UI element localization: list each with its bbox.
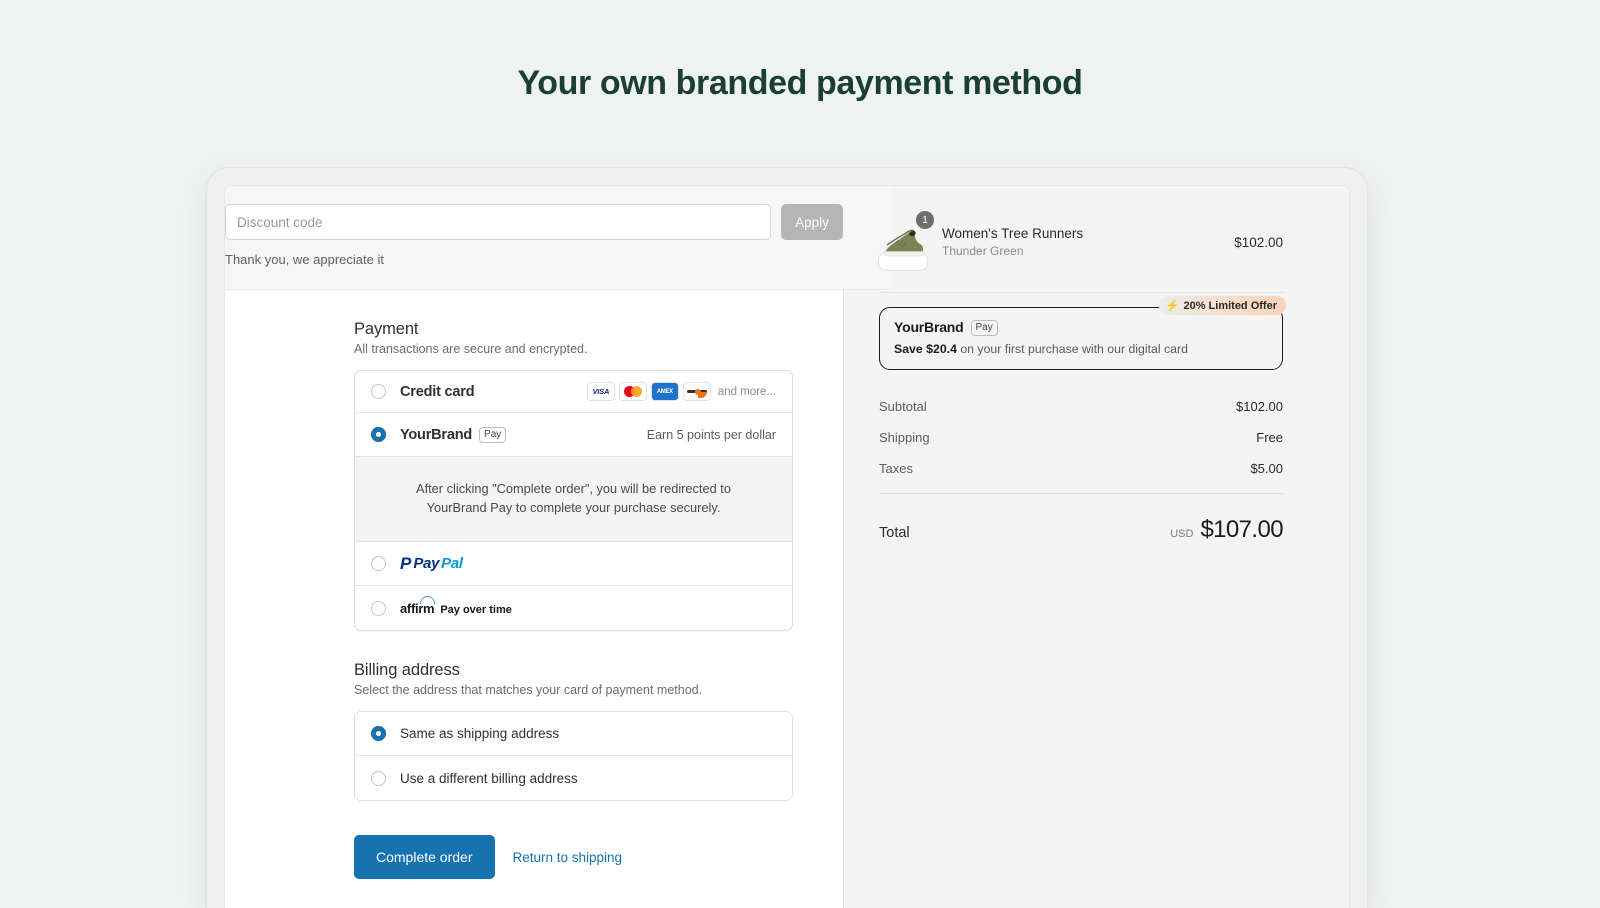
promo-card[interactable]: YourBrand Pay Save $20.4 on your first pu… (879, 307, 1283, 370)
payment-option-yourbrand-pay[interactable]: YourBrand Pay Earn 5 points per dollar (355, 413, 792, 457)
product-variant: Thunder Green (942, 244, 1024, 258)
promo-brand: YourBrand (894, 319, 964, 335)
radio-same-as-shipping[interactable] (371, 726, 386, 742)
promo-save-rest: on your first purchase with our digital … (956, 342, 1188, 356)
total-label: Total (879, 525, 910, 541)
rewards-meta: Earn 5 points per dollar (646, 427, 776, 442)
totals-divider (879, 493, 1283, 494)
billing-option-label: Use a different billing address (400, 770, 578, 786)
affirm-icon: affirm Pay over time (400, 595, 512, 616)
summary-line-value: Free (1256, 429, 1283, 445)
billing-option-list: Same as shipping address Use a different… (354, 711, 793, 802)
affirm-wordmark: affirm (400, 595, 436, 616)
checkout-form-pane: Apply Thank you, we appreciate it Paymen… (225, 186, 893, 908)
sneaker-icon (883, 229, 925, 257)
payment-option-label: Credit card (400, 383, 475, 400)
summary-divider (879, 292, 1283, 293)
radio-credit-card[interactable] (371, 384, 386, 399)
summary-line-label: Taxes (879, 460, 913, 476)
summary-line-label: Shipping (879, 429, 930, 445)
redirect-note: After clicking "Complete order", you wil… (355, 457, 792, 543)
checkout-screen: Apply Thank you, we appreciate it Paymen… (225, 186, 1349, 908)
order-summary-pane: 1 Women's Tree Runners Thunder Green $10… (843, 186, 1349, 908)
total-amount: $107.00 (1200, 516, 1283, 543)
billing-heading: Billing address (354, 661, 460, 680)
promo-save-amount: Save $20.4 (894, 342, 957, 356)
payment-method-list: Credit card VISA AMEX and more... YourBr… (354, 370, 793, 632)
radio-paypal[interactable] (371, 556, 386, 572)
mastercard-icon (619, 383, 646, 400)
form-body: Payment All transactions are secure and … (225, 290, 843, 880)
product-name: Women's Tree Runners (942, 226, 1084, 241)
summary-line-label: Subtotal (879, 398, 927, 414)
discover-icon (683, 383, 710, 400)
summary-line-subtotal: Subtotal $102.00 (879, 394, 1283, 418)
affirm-arc-icon (420, 595, 436, 604)
billing-option-same-as-shipping[interactable]: Same as shipping address (355, 712, 792, 757)
complete-order-button[interactable]: Complete order (354, 835, 495, 880)
summary-line-shipping: Shipping Free (879, 425, 1283, 449)
bolt-icon: ⚡ (1165, 300, 1180, 312)
product-image (879, 229, 927, 270)
discount-code-input[interactable] (225, 204, 771, 240)
promo-title-row: YourBrand Pay (894, 319, 1268, 337)
discount-note: Thank you, we appreciate it (225, 252, 384, 267)
payment-option-paypal[interactable]: P Pay Pal (355, 542, 792, 587)
page-title: Your own branded payment method (517, 64, 1083, 102)
payment-option-affirm[interactable]: affirm Pay over time (355, 586, 792, 631)
discount-section: Apply Thank you, we appreciate it (225, 186, 893, 290)
apply-discount-button[interactable]: Apply (781, 204, 843, 240)
total-currency: USD (1170, 528, 1194, 540)
quantity-badge: 1 (916, 211, 934, 229)
payment-option-label: YourBrand (400, 426, 473, 443)
radio-affirm[interactable] (371, 600, 386, 616)
summary-line-value: $102.00 (1236, 398, 1283, 414)
payment-option-credit-card[interactable]: Credit card VISA AMEX and more... (355, 371, 792, 413)
billing-option-different-billing[interactable]: Use a different billing address (355, 756, 792, 801)
device-frame: Apply Thank you, we appreciate it Paymen… (207, 168, 1367, 908)
billing-option-label: Same as shipping address (400, 726, 560, 742)
order-line-item: 1 Women's Tree Runners Thunder Green $10… (879, 210, 1283, 270)
promo-subtitle: Save $20.4 on your first purchase with o… (894, 342, 1268, 356)
radio-different-billing[interactable] (371, 770, 386, 786)
paypal-icon: P Pay Pal (400, 554, 463, 574)
payment-subheading: All transactions are secure and encrypte… (354, 342, 588, 356)
billing-subheading: Select the address that matches your car… (354, 683, 703, 698)
payment-option-meta-wrap: Earn 5 points per dollar (647, 428, 776, 442)
payment-heading: Payment (354, 320, 419, 338)
affirm-tagline: Pay over time (440, 603, 512, 616)
product-price: $102.00 (1234, 234, 1283, 250)
billing-section: Billing address Select the address that … (354, 631, 793, 802)
summary-totals: Subtotal $102.00 Shipping Free Taxes $5.… (879, 394, 1284, 544)
amex-icon: AMEX (651, 383, 678, 400)
payment-section: Payment All transactions are secure and … (354, 290, 793, 632)
promo-card-wrap: ⚡ 20% Limited Offer YourBrand Pay Save $2… (879, 296, 1286, 370)
radio-yourbrand-pay[interactable] (371, 427, 386, 442)
promo-pay-chip: Pay (970, 320, 998, 336)
product-thumbnail-wrap: 1 (879, 211, 934, 270)
promo-badge-label: 20% Limited Offer (1183, 299, 1277, 312)
card-logo-group: VISA AMEX and more... (587, 383, 776, 400)
summary-total-row: Total USD $107.00 (879, 516, 1284, 544)
form-actions: Complete order Return to shipping (354, 801, 793, 880)
total-value-group: USD $107.00 (1170, 516, 1283, 544)
return-to-shipping-link[interactable]: Return to shipping (513, 850, 623, 865)
pay-chip: Pay (479, 426, 507, 443)
visa-icon: VISA (587, 383, 614, 400)
summary-line-value: $5.00 (1250, 460, 1283, 476)
and-more-label: and more... (717, 385, 776, 398)
summary-line-taxes: Taxes $5.00 (879, 456, 1283, 480)
product-info: Women's Tree Runners Thunder Green (942, 226, 1083, 258)
discount-row: Apply (225, 204, 843, 240)
promo-badge: ⚡ 20% Limited Offer (1158, 296, 1286, 315)
